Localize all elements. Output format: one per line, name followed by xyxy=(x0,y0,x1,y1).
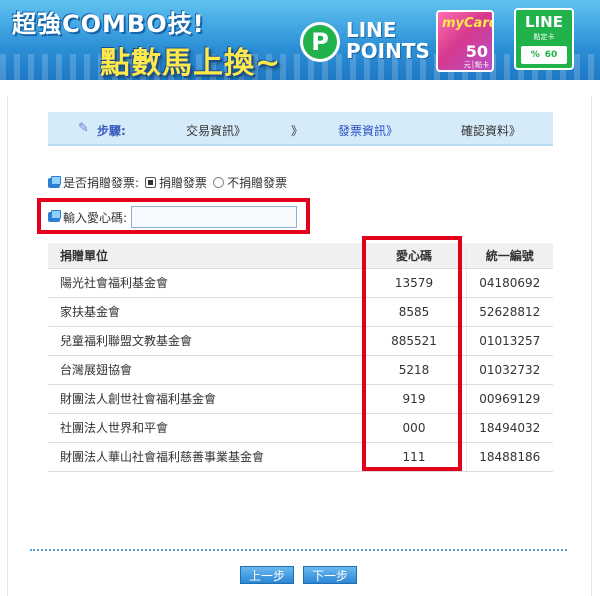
charity-table: 捐贈單位 愛心碼 統一編號 陽光社會福利基金會 13579 04180692 家… xyxy=(48,243,553,472)
line-points-logo-icon: P xyxy=(300,22,340,62)
charity-name[interactable]: 台灣展翅協會 xyxy=(48,355,363,385)
header-charity-name: 捐贈單位 xyxy=(48,243,363,269)
love-code-label: 輸入愛心碼: xyxy=(63,210,128,225)
step-invoice-info: 發票資訊》 xyxy=(338,124,399,138)
tax-id: 04180692 xyxy=(466,268,553,298)
donate-invoice-row: 是否捐贈發票: 捐贈發票 不捐贈發票 xyxy=(48,174,287,191)
tax-id: 18488186 xyxy=(466,442,553,472)
table-row[interactable]: 兒童福利聯盟文教基金會 885521 01013257 xyxy=(48,326,553,356)
charity-name[interactable]: 社團法人世界和平會 xyxy=(48,413,363,443)
charity-name[interactable]: 財團法人創世社會福利基金會 xyxy=(48,384,363,414)
charity-name[interactable]: 兒童福利聯盟文教基金會 xyxy=(48,326,363,356)
steps-label: 步驟: xyxy=(97,124,126,138)
banner-title-line2: 點數馬上換~ xyxy=(100,46,282,80)
header-tax-id: 統一編號 xyxy=(466,243,553,269)
donate-yes-radio[interactable] xyxy=(145,177,157,188)
step-transaction-info: 交易資訊》 xyxy=(186,124,247,138)
line-card-image: LINE 點定卡 % 60 xyxy=(514,8,574,70)
donate-no-label[interactable]: 不捐贈發票 xyxy=(227,174,287,191)
step-confirm-info: 確認資料》 xyxy=(461,124,522,138)
table-row[interactable]: 台灣展翅協會 5218 01032732 xyxy=(48,355,553,385)
pencil-icon: ✎ xyxy=(78,121,89,136)
love-code-row: 輸入愛心碼: xyxy=(48,206,298,228)
tax-id: 00969129 xyxy=(466,384,553,414)
table-row[interactable]: 社團法人世界和平會 000 18494032 xyxy=(48,413,553,443)
next-step-button[interactable]: 下一步 xyxy=(303,566,357,584)
tax-id: 18494032 xyxy=(466,413,553,443)
tax-id: 01032732 xyxy=(466,355,553,385)
table-row[interactable]: 財團法人華山社會福利慈善事業基金會 111 18488186 xyxy=(48,442,553,472)
mycard-image: myCard 50 元│點卡 xyxy=(436,10,494,72)
mycard-unit: 元│點卡 xyxy=(463,61,489,69)
prev-step-button[interactable]: 上一步 xyxy=(240,566,294,584)
love-code-input[interactable] xyxy=(131,206,298,228)
table-row[interactable]: 陽光社會福利基金會 13579 04180692 xyxy=(48,268,553,298)
step-progress-bar: ✎ 步驟: 交易資訊》 》 發票資訊》 確認資料》 xyxy=(48,112,553,146)
tax-id: 01013257 xyxy=(466,326,553,356)
table-row[interactable]: 財團法人創世社會福利基金會 919 00969129 xyxy=(48,384,553,414)
divider xyxy=(30,549,567,551)
charity-name[interactable]: 財團法人華山社會福利慈善事業基金會 xyxy=(48,442,363,472)
tax-id: 52628812 xyxy=(466,297,553,327)
line-card-value: 60 xyxy=(544,50,558,60)
table-header-row: 捐贈單位 愛心碼 統一編號 xyxy=(48,243,553,269)
mycard-value: 50 xyxy=(465,42,488,61)
table-row[interactable]: 家扶基金會 8585 52628812 xyxy=(48,297,553,327)
charity-name[interactable]: 家扶基金會 xyxy=(48,297,363,327)
promo-banner[interactable]: 超強COMBO技! 點數馬上換~ P LINE POINTS myCard 50… xyxy=(0,0,600,80)
form-bullet-icon xyxy=(48,210,61,222)
donate-yes-label[interactable]: 捐贈發票 xyxy=(159,174,207,191)
banner-title-line1: 超強COMBO技! xyxy=(12,10,205,38)
line-card-sub: 點定卡 xyxy=(533,33,555,41)
charity-name[interactable]: 陽光社會福利基金會 xyxy=(48,268,363,298)
donate-question-label: 是否捐贈發票: xyxy=(63,176,140,190)
mycard-logo: myCard xyxy=(442,16,494,31)
love-code-column-highlight-box xyxy=(362,236,462,471)
line-card-percent: % xyxy=(530,50,540,60)
donate-no-radio[interactable] xyxy=(213,177,225,188)
line-points-text: LINE POINTS xyxy=(346,18,430,63)
line-card-value-box: % 60 xyxy=(521,46,567,64)
line-card-logo: LINE xyxy=(525,13,563,31)
step-separator: 》 xyxy=(291,124,304,138)
form-bullet-icon xyxy=(48,175,61,188)
